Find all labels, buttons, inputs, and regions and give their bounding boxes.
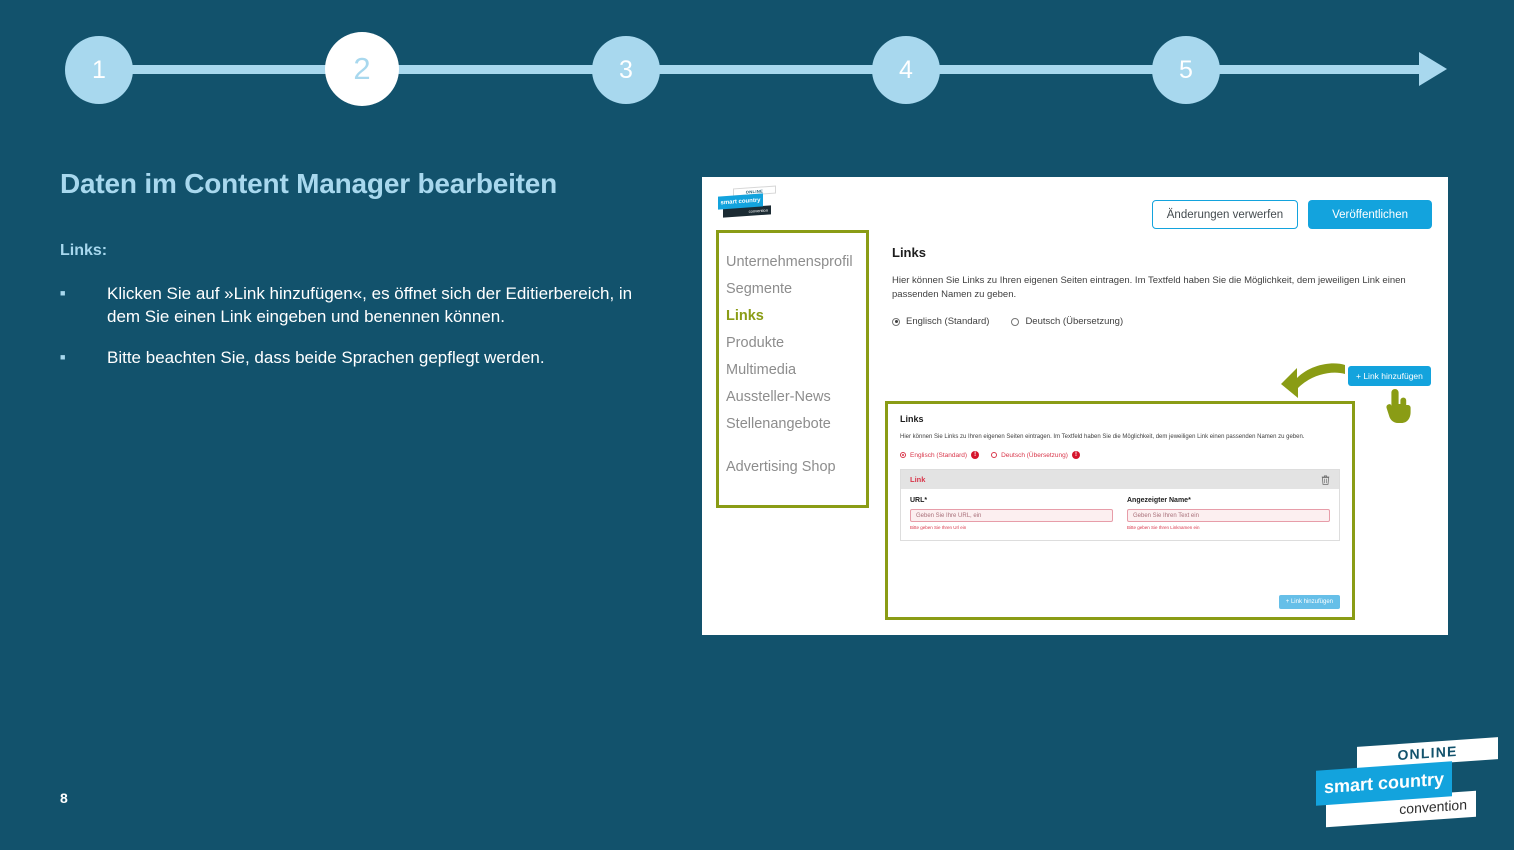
link-card-header: Link <box>901 470 1339 489</box>
url-field-group: URL* Geben Sie Ihre URL, ein Bitte geben… <box>910 497 1113 530</box>
app-logo-convention-text: convention <box>748 207 768 214</box>
sidebar-item-advertising-shop[interactable]: Advertising Shop <box>726 454 866 481</box>
stepper-track <box>99 65 1429 74</box>
progress-stepper: 1 2 3 4 5 <box>0 0 1514 140</box>
app-logo-smart-country-text: smart country <box>720 197 761 206</box>
add-link-button-bottom-label: + Link hinzufügen <box>1285 599 1333 605</box>
sidebar-item-links[interactable]: Links <box>726 303 866 330</box>
link-editor-panel: Links Hier können Sie Links zu Ihren eig… <box>885 401 1355 620</box>
bullet-item: ■ Klicken Sie auf »Link hinzufügen«, es … <box>60 282 660 328</box>
stepper-step-3[interactable]: 3 <box>592 36 660 104</box>
display-name-field-label: Angezeigter Name* <box>1127 497 1191 504</box>
stepper-step-5-label: 5 <box>1179 55 1193 84</box>
bullet-text: Bitte beachten Sie, dass beide Sprachen … <box>107 348 545 367</box>
display-name-field-group: Angezeigter Name* Geben Sie Ihren Text e… <box>1127 497 1330 530</box>
sidebar-item-unternehmensprofil[interactable]: Unternehmensprofil <box>726 249 866 276</box>
sidebar-item-segmente[interactable]: Segmente <box>726 276 866 303</box>
editor-heading: Links <box>900 414 924 424</box>
publish-button[interactable]: Veröffentlichen <box>1308 200 1432 229</box>
stepper-step-4-label: 4 <box>899 55 913 84</box>
main-heading: Links <box>892 245 926 260</box>
display-name-field-error: Bitte geben Sie Ihren Linknamen ein <box>1127 524 1200 530</box>
stepper-step-5[interactable]: 5 <box>1152 36 1220 104</box>
radio-german-translation-label[interactable]: Deutsch (Übersetzung) <box>1025 316 1123 327</box>
logo-online-text: ONLINE <box>1397 742 1458 764</box>
language-radio-group: Englisch (Standard) Deutsch (Übersetzung… <box>892 316 1432 327</box>
stepper-step-2[interactable]: 2 <box>325 32 399 106</box>
stepper-step-3-label: 3 <box>619 55 633 84</box>
link-card-title: Link <box>910 475 926 484</box>
sidebar-item-stellenangebote[interactable]: Stellenangebote <box>726 411 866 438</box>
stepper-step-1[interactable]: 1 <box>65 36 133 104</box>
editor-description: Hier können Sie Links zu Ihren eigenen S… <box>900 434 1305 440</box>
callout-arrow-icon <box>1281 363 1345 398</box>
app-main-content: Links Hier können Sie Links zu Ihren eig… <box>892 245 1432 327</box>
editor-radio-english-default-label[interactable]: Englisch (Standard) <box>910 452 967 459</box>
url-input[interactable]: Geben Sie Ihre URL, ein <box>910 509 1113 522</box>
publish-label: Veröffentlichen <box>1332 208 1408 221</box>
link-card-body: URL* Geben Sie Ihre URL, ein Bitte geben… <box>901 489 1339 540</box>
hand-pointer-icon <box>1386 389 1411 423</box>
logo-smart-country-text: smart country <box>1323 768 1445 798</box>
display-name-input[interactable]: Geben Sie Ihren Text ein <box>1127 509 1330 522</box>
logo-convention-text: convention <box>1399 796 1467 818</box>
stepper-arrow-head <box>1419 52 1447 86</box>
sidebar-item-multimedia[interactable]: Multimedia <box>726 357 866 384</box>
add-link-button-top[interactable]: + Link hinzufügen <box>1348 366 1431 386</box>
slide-text-column: Daten im Content Manager bearbeiten Link… <box>60 168 660 387</box>
page-number: 8 <box>60 790 68 806</box>
bullet-text: Klicken Sie auf »Link hinzufügen«, es öf… <box>107 284 633 326</box>
app-action-bar: Änderungen verwerfen Veröffentlichen <box>1151 200 1432 229</box>
error-badge-german-icon: ! <box>1071 451 1080 459</box>
editor-radio-english-default-icon[interactable] <box>900 452 906 458</box>
radio-english-default-label[interactable]: Englisch (Standard) <box>906 316 989 327</box>
sidebar-item-aussteller-news[interactable]: Aussteller-News <box>726 384 866 411</box>
stepper-step-1-label: 1 <box>92 55 106 84</box>
app-sidebar-nav: Unternehmensprofil Segmente Links Produk… <box>716 230 869 508</box>
editor-language-radio-group: Englisch (Standard) ! Deutsch (Übersetzu… <box>900 451 1340 459</box>
editor-radio-german-translation-label[interactable]: Deutsch (Übersetzung) <box>1001 452 1068 459</box>
discard-changes-label: Änderungen verwerfen <box>1166 208 1284 221</box>
add-link-button-bottom[interactable]: + Link hinzufügen <box>1278 595 1340 609</box>
radio-english-default-icon[interactable] <box>892 317 900 326</box>
trash-icon[interactable] <box>1321 475 1330 485</box>
sidebar-item-produkte[interactable]: Produkte <box>726 330 866 357</box>
stepper-step-2-label: 2 <box>353 51 371 86</box>
stepper-step-4[interactable]: 4 <box>872 36 940 104</box>
url-field-label: URL* <box>910 497 928 504</box>
discard-changes-button[interactable]: Änderungen verwerfen <box>1151 200 1299 229</box>
app-logo: ONLINE convention smart country <box>718 185 776 219</box>
bullet-marker-icon: ■ <box>60 288 66 298</box>
brand-logo: ONLINE convention smart country <box>1316 737 1498 828</box>
link-card: Link URL* Geben Sie Ihre URL, ein Bitte … <box>900 469 1340 541</box>
main-description: Hier können Sie Links zu Ihren eigenen S… <box>892 275 1406 300</box>
page-title: Daten im Content Manager bearbeiten <box>60 168 558 199</box>
sidebar-divider <box>726 438 866 454</box>
section-label: Links: <box>60 242 108 259</box>
error-badge-english-icon: ! <box>971 451 980 459</box>
editor-radio-german-translation-icon[interactable] <box>991 452 998 458</box>
add-link-button-top-label: + Link hinzufügen <box>1356 371 1423 381</box>
radio-german-translation-icon[interactable] <box>1011 317 1020 326</box>
bullet-item: ■ Bitte beachten Sie, dass beide Sprache… <box>60 346 660 369</box>
bullet-marker-icon: ■ <box>60 352 66 362</box>
url-field-error: Bitte geben Sie Ihren Url ein <box>910 524 967 530</box>
